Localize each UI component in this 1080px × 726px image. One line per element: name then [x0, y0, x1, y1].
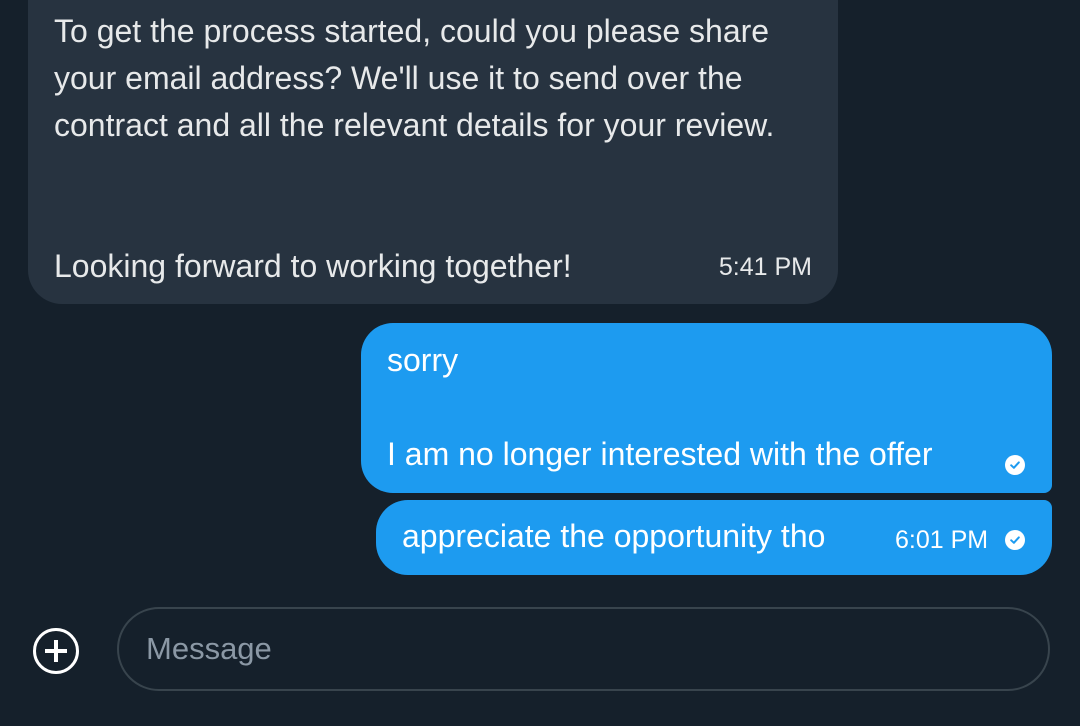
dm-conversation-screen: To get the process started, could you pl… — [0, 0, 1080, 726]
outgoing-message-bubble[interactable]: sorry I am no longer interested with the… — [361, 323, 1052, 493]
outgoing-message-bubble[interactable]: appreciate the opportunity tho 6:01 PM — [376, 500, 1052, 575]
sent-check-icon — [1005, 530, 1025, 550]
incoming-message-time: 5:41 PM — [718, 253, 812, 281]
outgoing-message-text: appreciate the opportunity tho — [402, 518, 826, 554]
sent-check-icon — [1005, 455, 1025, 475]
incoming-message-bubble[interactable]: To get the process started, could you pl… — [28, 0, 838, 304]
outgoing-message-line: sorry — [387, 342, 459, 378]
message-input[interactable] — [117, 607, 1050, 691]
outgoing-message-time: 6:01 PM — [895, 526, 989, 554]
incoming-message-closing: Looking forward to working together! — [54, 248, 572, 284]
plus-circle-icon[interactable] — [33, 628, 79, 674]
incoming-message-text: To get the process started, could you pl… — [54, 13, 775, 143]
outgoing-message-line: I am no longer interested with the offer — [387, 436, 933, 472]
